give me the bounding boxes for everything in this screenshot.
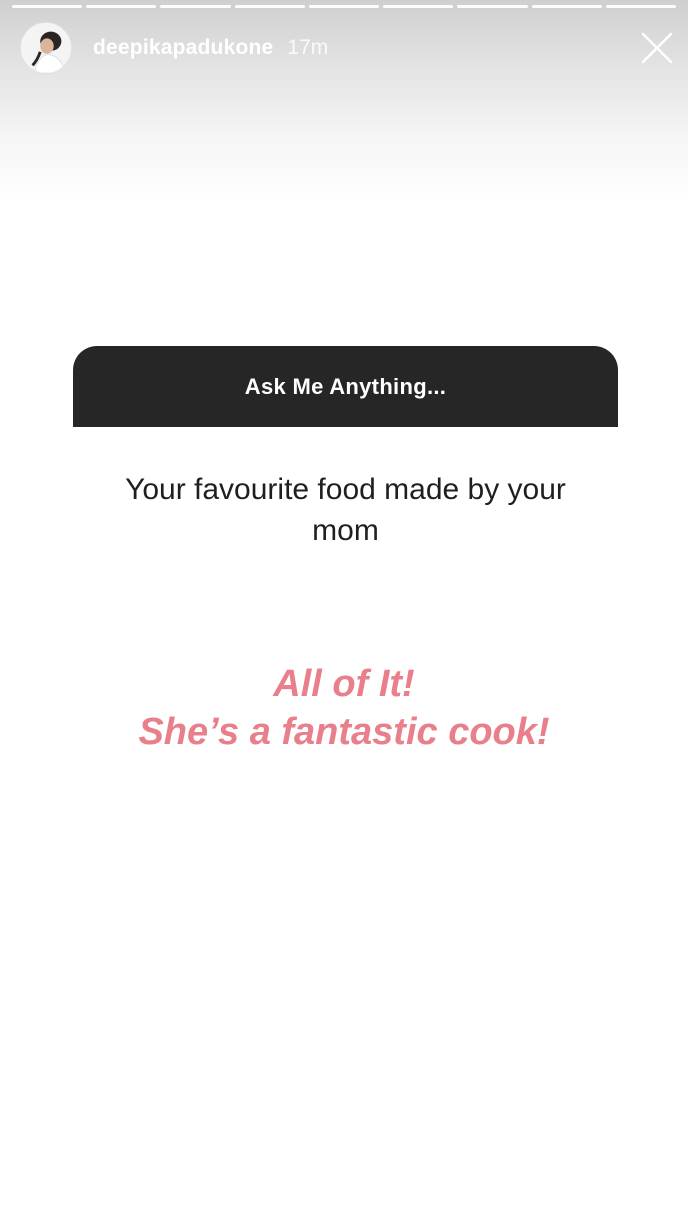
username[interactable]: deepikapadukone (93, 36, 273, 60)
story-progress-bar (12, 5, 676, 8)
question-sticker[interactable]: Ask Me Anything... Your favourite food m… (73, 346, 618, 551)
avatar[interactable] (20, 22, 72, 74)
progress-segment (383, 5, 454, 8)
close-icon[interactable] (640, 31, 674, 65)
post-time: 17m (287, 36, 329, 59)
progress-segment (605, 5, 676, 8)
progress-segment (457, 5, 528, 8)
answer-line-1: All of It! (273, 663, 415, 705)
story-header: deepikapadukone 17m (20, 21, 328, 75)
progress-segment (160, 5, 231, 8)
answer-line-2: She’s a fantastic cook! (138, 711, 550, 753)
progress-segment (86, 5, 157, 8)
question-text: Your favourite food made by your mom (125, 473, 566, 547)
question-sticker-header: Ask Me Anything... (73, 346, 618, 427)
progress-segment (308, 5, 380, 8)
progress-segment (12, 5, 83, 8)
story-viewer[interactable]: deepikapadukone 17m Ask Me Anything... Y… (0, 0, 688, 1215)
progress-segment (234, 5, 305, 8)
progress-segment (531, 5, 602, 8)
answer-text: All of It! She’s a fantastic cook! (0, 660, 688, 756)
